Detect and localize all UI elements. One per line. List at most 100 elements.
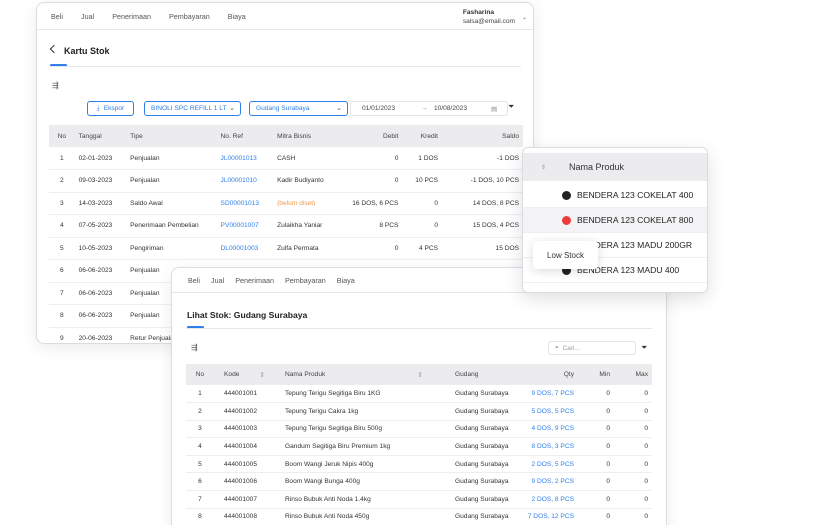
cell-ref[interactable]: JL00001010: [216, 169, 274, 193]
cell-ref[interactable]: SD00001013: [216, 192, 274, 215]
divider: [49, 66, 521, 67]
cell-min: 0: [578, 490, 614, 509]
cell-max: 0: [614, 455, 652, 474]
cell-ref[interactable]: DL00001003: [216, 237, 274, 260]
nav-pembayaran[interactable]: Pembayaran: [285, 276, 326, 285]
cell-qty[interactable]: 2 DOS, 8 PCS: [513, 490, 578, 509]
export-button[interactable]: ⤓ Ekspor: [87, 101, 134, 116]
date-range-picker[interactable]: 01/01/2023 → 10/08/2023 ▤: [350, 101, 508, 116]
cell-ref[interactable]: PV00001007: [216, 214, 274, 238]
cell-no: 5: [186, 455, 214, 474]
cell-qty[interactable]: 9 DOS, 7 PCS: [513, 385, 578, 404]
cell-kode: 444001006: [214, 472, 269, 492]
product-select[interactable]: BINOLI SPC REFILL 1 LT ⌄: [144, 101, 241, 116]
cell-gudang: Gudang Surabaya: [427, 508, 513, 525]
cell-kode: 444001005: [214, 455, 269, 474]
product-select-value: BINOLI SPC REFILL 1 LT: [151, 105, 227, 112]
cell-debit: 0: [348, 147, 403, 170]
nav-biaya[interactable]: Biaya: [228, 12, 246, 21]
user-menu[interactable]: Fasharina salsa@email.com: [463, 8, 515, 26]
cell-gudang: Gudang Surabaya: [427, 472, 513, 492]
nav-jual[interactable]: Jual: [81, 12, 94, 21]
cell-tanggal: 10-05-2023: [74, 237, 127, 260]
cell-min: 0: [578, 455, 614, 474]
product-name: BENDERA 123 COKELAT 800: [577, 215, 694, 225]
table-row[interactable]: 6 444001006 Boom Wangi Bunga 400g Gudang Su…: [186, 472, 652, 492]
table-row[interactable]: 7 444001007 Rinso Bubuk Anti Noda 1.4kg Gud…: [186, 490, 652, 509]
cell-ref[interactable]: JL00001013: [216, 147, 274, 170]
cell-nama-produk: Tepung Terigu Cakra 1kg: [269, 402, 427, 421]
nav-penerimaan[interactable]: Penerimaan: [235, 276, 274, 285]
cell-min: 0: [578, 472, 614, 492]
warehouse-select[interactable]: Gudang Surabaya ⌄: [249, 101, 348, 116]
nav-biaya[interactable]: Biaya: [337, 276, 355, 285]
sort-icon[interactable]: ⇕: [541, 164, 569, 171]
cell-no: 7: [186, 490, 214, 509]
chevron-down-icon[interactable]: ⌄: [522, 14, 527, 21]
cell-qty[interactable]: 2 DOS, 5 PCS: [513, 455, 578, 474]
col-nama-produk[interactable]: Nama Produk ⇕: [269, 364, 427, 385]
table-row[interactable]: 8 444001008 Rinso Bubuk Anti Noda 450g Guda…: [186, 508, 652, 525]
cell-max: 0: [614, 508, 652, 525]
col-saldo: Saldo: [442, 125, 523, 147]
table-row[interactable]: 1 444001001 Tepung Terigu Segitiga Biru 1K…: [186, 385, 652, 404]
cell-gudang: Gudang Surabaya: [427, 385, 513, 404]
nav-beli[interactable]: Beli: [51, 12, 63, 21]
cell-min: 0: [578, 508, 614, 525]
cell-qty[interactable]: 9 DOS, 2 PCS: [513, 472, 578, 492]
cell-kredit: 10 PCS: [402, 169, 443, 193]
funnel-filter-icon[interactable]: ⏷: [641, 343, 647, 353]
search-input[interactable]: ⌕ Cari...: [548, 341, 636, 355]
table-row[interactable]: 3 14-03-2023 Saldo Awal SD00001013 (belum di…: [49, 192, 523, 215]
col-kode[interactable]: Kode ⇕: [214, 364, 269, 385]
table-row[interactable]: 3 444001003 Tepung Terigu Segitiga Biru 50…: [186, 420, 652, 439]
cell-tipe: Saldo Awal: [126, 192, 217, 215]
table-row[interactable]: 5 444001005 Boom Wangi Jeruk Nipis 400g Gud…: [186, 455, 652, 474]
calendar-icon: ▤: [491, 106, 498, 113]
cell-saldo: -1 DOS: [442, 147, 523, 170]
nav-penerimaan[interactable]: Penerimaan: [112, 12, 151, 21]
cell-tanggal: 02-01-2023: [74, 147, 127, 170]
cell-debit: 0: [348, 169, 403, 193]
cell-qty[interactable]: 5 DOS, 5 PCS: [513, 402, 578, 421]
cell-saldo: 15 DOS: [442, 237, 523, 260]
product-item-low-stock[interactable]: BENDERA 123 COKELAT 800: [523, 208, 707, 233]
cell-no: 8: [186, 508, 214, 525]
filter-list-icon[interactable]: ⇶: [191, 343, 198, 352]
popup-header-label: Nama Produk: [569, 162, 625, 172]
cell-nama-produk: Rinso Bubuk Anti Noda 450g: [269, 508, 427, 525]
table-row[interactable]: 2 444001002 Tepung Terigu Cakra 1kg Gudang …: [186, 402, 652, 421]
low-stock-dot: [562, 215, 571, 225]
filter-list-icon[interactable]: ⇶: [52, 81, 59, 90]
col-nama-label: Nama Produk: [285, 370, 326, 378]
col-kredit: Kredit: [402, 125, 443, 147]
back-arrow-icon[interactable]: [49, 44, 59, 54]
cell-min: 0: [578, 437, 614, 456]
cell-kredit: 1 DOS: [402, 147, 443, 170]
funnel-filter-icon[interactable]: ⏷: [508, 102, 514, 112]
table-row[interactable]: 4 07-05-2023 Penerimaan Pembelian PV0000100…: [49, 214, 523, 238]
divider: [186, 328, 652, 329]
export-label: Ekspor: [103, 105, 125, 112]
user-email: salsa@email.com: [462, 18, 515, 25]
nav-pembayaran[interactable]: Pembayaran: [169, 12, 210, 21]
cell-qty[interactable]: 4 DOS, 9 PCS: [513, 420, 578, 439]
col-max: Max: [614, 364, 652, 385]
cell-mitra: (belum diset): [273, 192, 349, 215]
cell-max: 0: [614, 385, 652, 404]
product-popup: ⇕ Nama Produk BENDERA 123 COKELAT 400 BE…: [522, 147, 708, 293]
table-row[interactable]: 5 10-05-2023 Pengiriman DL00001003 Zulfa Per…: [49, 237, 523, 260]
table-row[interactable]: 4 444001004 Gandum Segitiga Biru Premium 1…: [186, 437, 652, 456]
nav-jual[interactable]: Jual: [211, 276, 224, 285]
cell-kode: 444001008: [214, 508, 269, 525]
nav-beli[interactable]: Beli: [188, 276, 200, 285]
sort-icon: ⇕: [259, 371, 265, 379]
table-row[interactable]: 2 09-03-2023 Penjualan JL00001010 Kadir Budi…: [49, 169, 523, 193]
cell-no: 6: [186, 472, 214, 492]
table-row[interactable]: 1 02-01-2023 Penjualan JL00001013 CASH 0 1 DOS…: [49, 147, 523, 170]
cell-no: 4: [49, 214, 75, 238]
product-item[interactable]: BENDERA 123 COKELAT 400: [523, 183, 707, 208]
cell-tipe: Pengiriman: [126, 237, 217, 260]
cell-qty[interactable]: 8 DOS, 3 PCS: [513, 437, 578, 456]
cell-qty[interactable]: 7 DOS, 12 PCS: [513, 508, 578, 525]
